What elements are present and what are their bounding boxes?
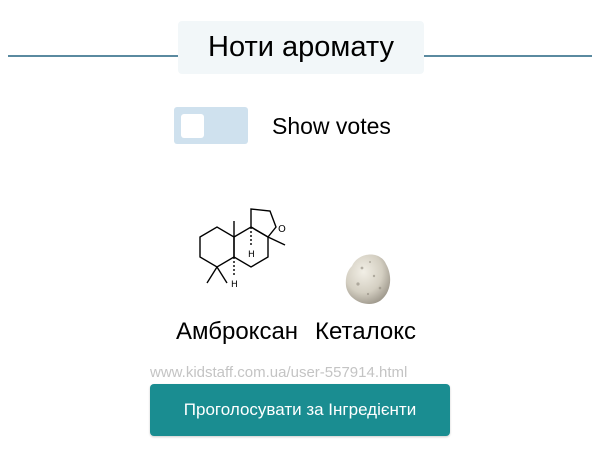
show-votes-label: Show votes xyxy=(272,113,391,139)
vote-ingredients-button[interactable]: Проголосувати за Інгредієнти xyxy=(150,384,450,436)
svg-text:H: H xyxy=(248,250,255,260)
svg-text:O: O xyxy=(278,224,286,235)
header-divider-left xyxy=(8,55,178,57)
toggle-knob xyxy=(181,114,204,138)
watermark-text: www.kidstaff.com.ua/user-557914.html xyxy=(150,364,408,381)
svg-text:H: H xyxy=(231,280,238,290)
header-divider-right xyxy=(424,55,592,57)
note-name-ketalox[interactable]: Кеталокс xyxy=(315,318,416,346)
vote-button-label: Проголосувати за Інгредієнти xyxy=(183,400,417,419)
ketalox-stone-image xyxy=(345,254,391,305)
show-votes-toggle[interactable] xyxy=(174,107,248,144)
note-name-ambroxan[interactable]: Амброксан xyxy=(176,318,298,346)
ambroxan-molecule-icon: O H H xyxy=(199,208,286,290)
section-title: Ноти аромату xyxy=(178,21,424,74)
section-title-text: Ноти аромату xyxy=(208,31,394,63)
